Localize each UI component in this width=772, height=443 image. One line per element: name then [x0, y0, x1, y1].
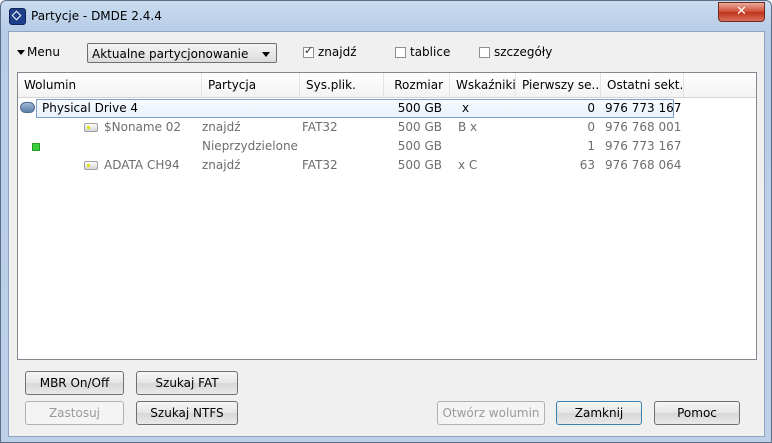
cell-wolumin: $Noname 02: [104, 120, 182, 134]
column-header-rozmiar[interactable]: Rozmiar: [384, 73, 450, 97]
column-header-pierwszy[interactable]: Pierwszy se...: [516, 73, 601, 97]
cell-sysplik: [300, 99, 384, 118]
column-header-partycja[interactable]: Partycja: [202, 73, 300, 97]
dialog-client-area: Menu Aktualne partycjonowanie ✓ znajdź t…: [8, 31, 765, 437]
table-row[interactable]: ADATA CH94 znajdź FAT32 500 GB x C 63 97…: [18, 156, 756, 175]
cell-pierwszy: 1: [587, 139, 595, 153]
checkmark-icon: ✓: [304, 44, 314, 57]
volume-icon: [84, 123, 98, 132]
title-bar[interactable]: Partycje - DMDE 2.4.4 ✕: [1, 1, 771, 31]
table-row[interactable]: $Noname 02 znajdź FAT32 500 GB B x 0 976…: [18, 118, 756, 137]
cell-rozmiar: 500 GB: [397, 101, 442, 115]
szukaj-ntfs-button[interactable]: Szukaj NTFS: [136, 401, 238, 425]
table-row-physical-drive[interactable]: Physical Drive 4 500 GB x 0 976 773 167: [18, 99, 756, 118]
cell-wolumin: [100, 137, 202, 156]
cell-sysplik: [298, 137, 382, 156]
partition-list[interactable]: Wolumin Partycja Sys.plik. Rozmiar Wskaź…: [17, 72, 757, 360]
cell-wskazniki: [454, 137, 516, 156]
cell-sysplik: FAT32: [302, 158, 338, 172]
menu-label: Menu: [27, 45, 60, 59]
cell-rozmiar: 500 GB: [397, 120, 442, 134]
menu-button[interactable]: Menu: [17, 45, 60, 59]
partitioning-mode-select[interactable]: Aktualne partycjonowanie: [87, 43, 277, 63]
checkbox-label: znajdź: [318, 45, 357, 59]
cell-partycja: [202, 99, 300, 118]
cell-wolumin: ADATA CH94: [104, 158, 180, 172]
cell-ostatni: 976 768 064: [605, 158, 682, 172]
checkbox-label: szczegóły: [494, 45, 553, 59]
zastosuj-button[interactable]: Zastosuj: [25, 401, 124, 425]
pomoc-button[interactable]: Pomoc: [654, 401, 740, 425]
cell-wskazniki: x: [462, 101, 470, 115]
checkbox-box[interactable]: [479, 47, 490, 58]
hard-drive-icon: [20, 102, 35, 113]
dialog-window: Partycje - DMDE 2.4.4 ✕ Menu Aktualne pa…: [0, 0, 772, 443]
chevron-down-icon: [262, 52, 270, 57]
table-row[interactable]: Nieprzydzielone 500 GB 1 976 773 167: [18, 137, 756, 156]
volume-icon: [84, 161, 98, 170]
cell-pierwszy: 0: [587, 101, 595, 115]
cell-ostatni: 976 773 167: [605, 139, 682, 153]
column-header-ostatni[interactable]: Ostatni sekt...: [601, 73, 684, 97]
checkbox-box[interactable]: [395, 47, 406, 58]
list-header: Wolumin Partycja Sys.plik. Rozmiar Wskaź…: [18, 73, 756, 98]
dropdown-arrow-icon: [17, 50, 25, 55]
cell-rozmiar: 500 GB: [397, 139, 442, 153]
unallocated-space-icon: [32, 143, 40, 151]
mbr-on-off-button[interactable]: MBR On/Off: [25, 371, 124, 395]
mode-select-value: Aktualne partycjonowanie: [92, 47, 249, 61]
cell-partycja: znajdź: [202, 158, 241, 172]
otworz-wolumin-button[interactable]: Otwórz wolumin: [437, 401, 545, 425]
cell-partycja: Nieprzydzielone: [202, 139, 298, 153]
cell-ostatni: 976 768 001: [605, 120, 682, 134]
zamknij-button[interactable]: Zamknij: [556, 401, 642, 425]
dmde-app-icon: [9, 8, 26, 25]
column-header-wolumin[interactable]: Wolumin: [18, 73, 202, 97]
cell-wolumin: Physical Drive 4: [42, 101, 139, 115]
cell-wskazniki: x C: [458, 158, 478, 172]
column-header-wskazniki[interactable]: Wskaźniki: [450, 73, 516, 97]
close-button[interactable]: ✕: [718, 2, 765, 22]
column-header-sysplik[interactable]: Sys.plik.: [300, 73, 384, 97]
cell-sysplik: FAT32: [302, 120, 338, 134]
cell-ostatni: 976 773 167: [605, 101, 682, 115]
checkbox-label: tablice: [410, 45, 451, 59]
szukaj-fat-button[interactable]: Szukaj FAT: [136, 371, 238, 395]
cell-rozmiar: 500 GB: [397, 158, 442, 172]
cell-partycja: znajdź: [202, 120, 241, 134]
cell-wskazniki: B x: [458, 120, 478, 134]
cell-pierwszy: 0: [587, 120, 595, 134]
window-title: Partycje - DMDE 2.4.4: [31, 9, 162, 23]
cell-pierwszy: 63: [579, 158, 595, 172]
